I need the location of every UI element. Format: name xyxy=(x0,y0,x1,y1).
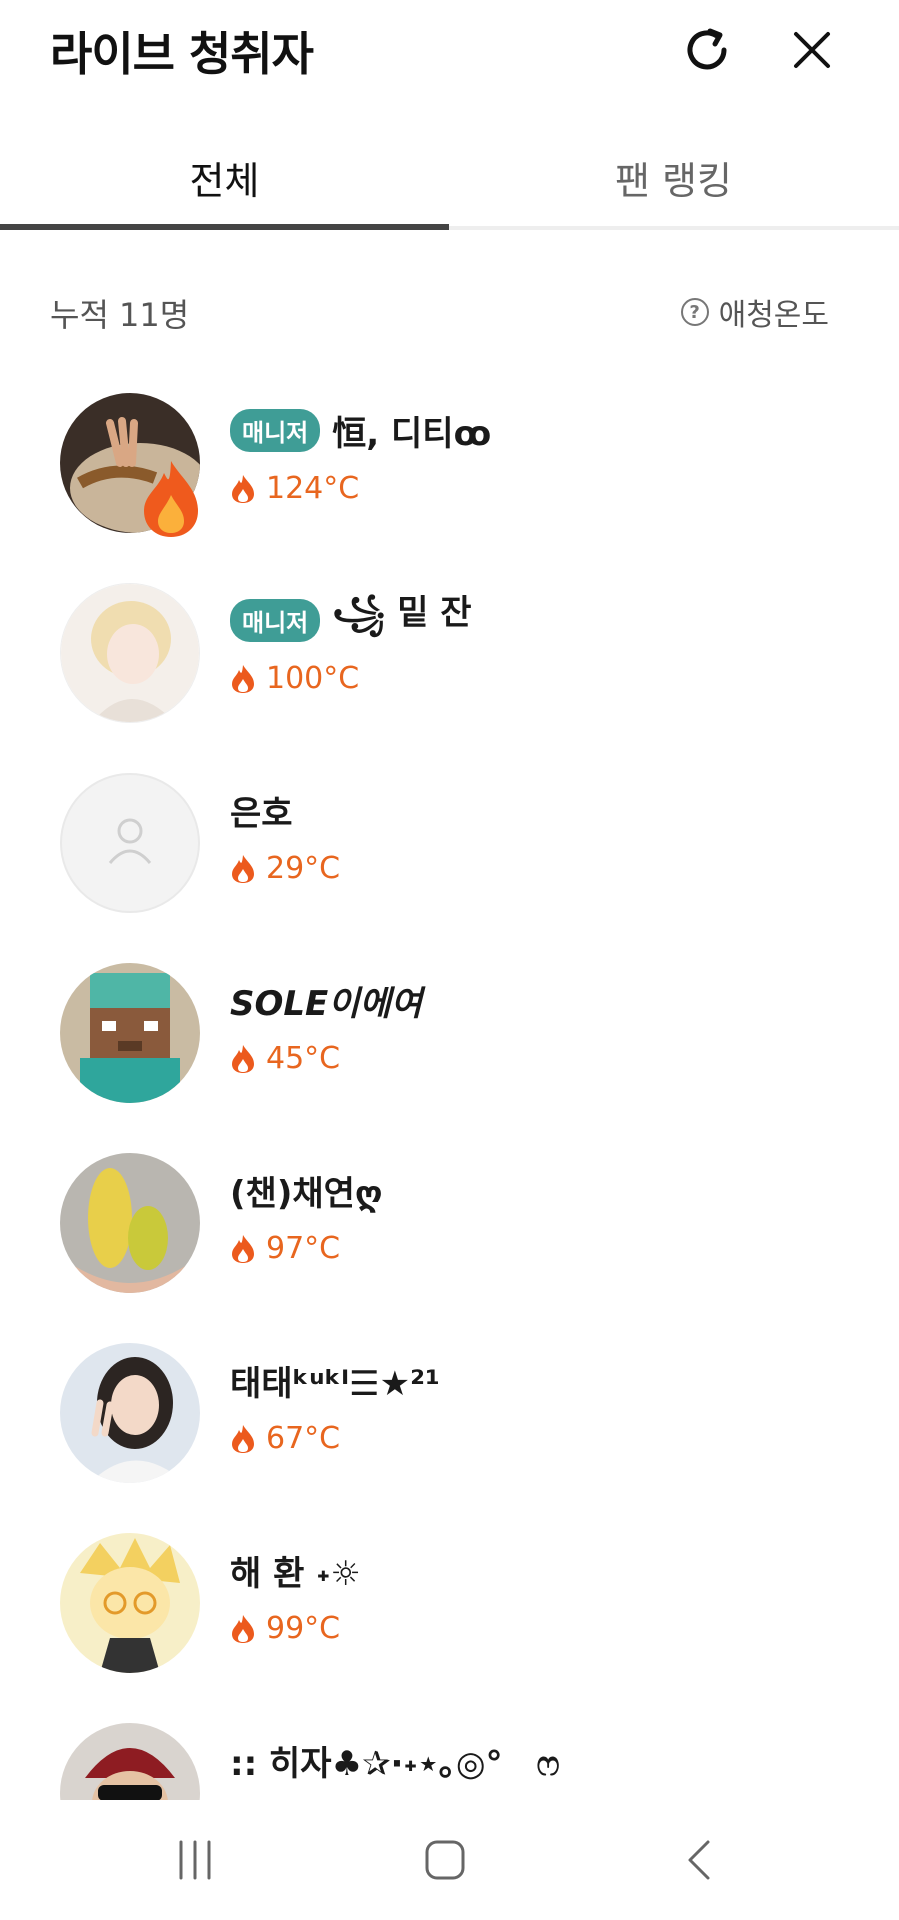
list-item[interactable]: 매니저 ꧁ 밑 잔 100°C xyxy=(0,575,899,765)
system-navigation-bar xyxy=(0,1800,899,1920)
listener-name: SOLE이에여 xyxy=(230,983,423,1024)
temperature-value: 100°C xyxy=(266,661,360,696)
listener-name: 태태ᵏᵘᵏᴵ☰★²¹ xyxy=(230,1363,440,1404)
listener-name: (챈)채연ღ xyxy=(230,1173,383,1214)
flame-icon xyxy=(232,474,254,503)
listener-name: :: 히자♣✰·˖⋆｡◎° ෆ xyxy=(230,1743,560,1784)
manager-badge: 매니저 xyxy=(230,408,321,452)
back-button[interactable] xyxy=(660,1820,740,1900)
recent-apps-button[interactable] xyxy=(155,1820,235,1900)
default-person-icon xyxy=(108,818,152,864)
listener-list: 매니저 恒, 디티ꝏ 124°C 매니저 ꧁ 밑 잔 100°C 은호 29°C… xyxy=(0,385,899,1800)
temperature-line: 124°C xyxy=(230,471,359,506)
summary-bar: 누적 11명 ? 애청온도 xyxy=(0,280,899,344)
temperature-value: 67°C xyxy=(266,1421,341,1456)
refresh-icon xyxy=(687,28,727,70)
listener-name: 해 환 ˖☼ xyxy=(230,1553,361,1594)
tab-divider xyxy=(449,226,899,230)
tab-all[interactable]: 전체 xyxy=(0,130,449,224)
avatar[interactable] xyxy=(60,1723,200,1800)
manager-badge: 매니저 xyxy=(230,598,321,642)
recent-apps-icon xyxy=(179,1840,211,1880)
temperature-value: 29°C xyxy=(266,851,341,886)
list-item[interactable]: SOLE이에여 45°C xyxy=(0,955,899,1145)
flame-icon xyxy=(232,1424,254,1453)
list-item[interactable]: :: 히자♣✰·˖⋆｡◎° ෆ xyxy=(0,1715,899,1800)
flame-icon xyxy=(232,854,254,883)
avatar[interactable] xyxy=(60,1533,200,1673)
hot-flame-badge-icon xyxy=(144,461,198,537)
list-item[interactable]: 태태ᵏᵘᵏᴵ☰★²¹ 67°C xyxy=(0,1335,899,1525)
temperature-line: 97°C xyxy=(230,1231,340,1266)
home-button[interactable] xyxy=(405,1820,485,1900)
listener-count: 누적 11명 xyxy=(50,296,190,334)
temperature-value: 45°C xyxy=(266,1041,341,1076)
name-line: 매니저 ꧁ 밑 잔 xyxy=(230,593,472,645)
tab-fan-ranking[interactable]: 팬 랭킹 xyxy=(449,130,898,224)
listener-name: 恒, 디티ꝏ xyxy=(332,413,492,454)
affection-label: 애청온도 xyxy=(718,298,829,333)
flame-icon xyxy=(232,664,254,693)
name-line: 태태ᵏᵘᵏᴵ☰★²¹ xyxy=(230,1355,440,1405)
tab-indicator xyxy=(0,224,449,230)
temperature-value: 97°C xyxy=(266,1231,341,1266)
back-icon xyxy=(688,1840,710,1880)
close-button[interactable] xyxy=(780,18,844,82)
list-item[interactable]: (챈)채연ღ 97°C xyxy=(0,1145,899,1335)
name-line: (챈)채연ღ xyxy=(230,1165,383,1215)
avatar[interactable] xyxy=(60,1343,200,1483)
avatar[interactable] xyxy=(60,773,200,913)
avatar[interactable] xyxy=(60,963,200,1103)
tab-bar: 전체 팬 랭킹 xyxy=(0,130,899,230)
page-title: 라이브 청취자 xyxy=(50,27,314,81)
name-line: :: 히자♣✰·˖⋆｡◎° ෆ xyxy=(230,1735,560,1785)
flame-icon xyxy=(232,1614,254,1643)
name-line: SOLE이에여 xyxy=(230,975,422,1025)
list-item[interactable]: 은호 29°C xyxy=(0,765,899,955)
temperature-line: 67°C xyxy=(230,1421,340,1456)
refresh-button[interactable] xyxy=(675,18,739,82)
header: 라이브 청취자 xyxy=(0,0,899,110)
flame-icon xyxy=(232,1044,254,1073)
help-circle-icon: ? xyxy=(680,298,709,326)
name-line: 해 환 ˖☼ xyxy=(230,1545,361,1595)
avatar[interactable] xyxy=(60,1153,200,1293)
close-icon xyxy=(794,32,830,68)
avatar[interactable] xyxy=(60,583,200,723)
name-line: 은호 xyxy=(230,785,293,835)
temperature-line: 29°C xyxy=(230,851,340,886)
temperature-line: 100°C xyxy=(230,661,359,696)
temperature-line: 45°C xyxy=(230,1041,340,1076)
affection-temperature-info[interactable]: ? 애청온도 xyxy=(680,290,829,334)
temperature-line: 99°C xyxy=(230,1611,340,1646)
listener-name: 은호 xyxy=(230,793,293,834)
flame-icon xyxy=(232,1234,254,1263)
name-line: 매니저 恒, 디티ꝏ xyxy=(230,405,491,455)
list-item[interactable]: 매니저 恒, 디티ꝏ 124°C xyxy=(0,385,899,575)
temperature-value: 99°C xyxy=(266,1611,341,1646)
home-icon xyxy=(425,1840,465,1880)
temperature-value: 124°C xyxy=(266,471,360,506)
listener-name: ꧁ 밑 잔 xyxy=(332,592,472,633)
list-item[interactable]: 해 환 ˖☼ 99°C xyxy=(0,1525,899,1715)
